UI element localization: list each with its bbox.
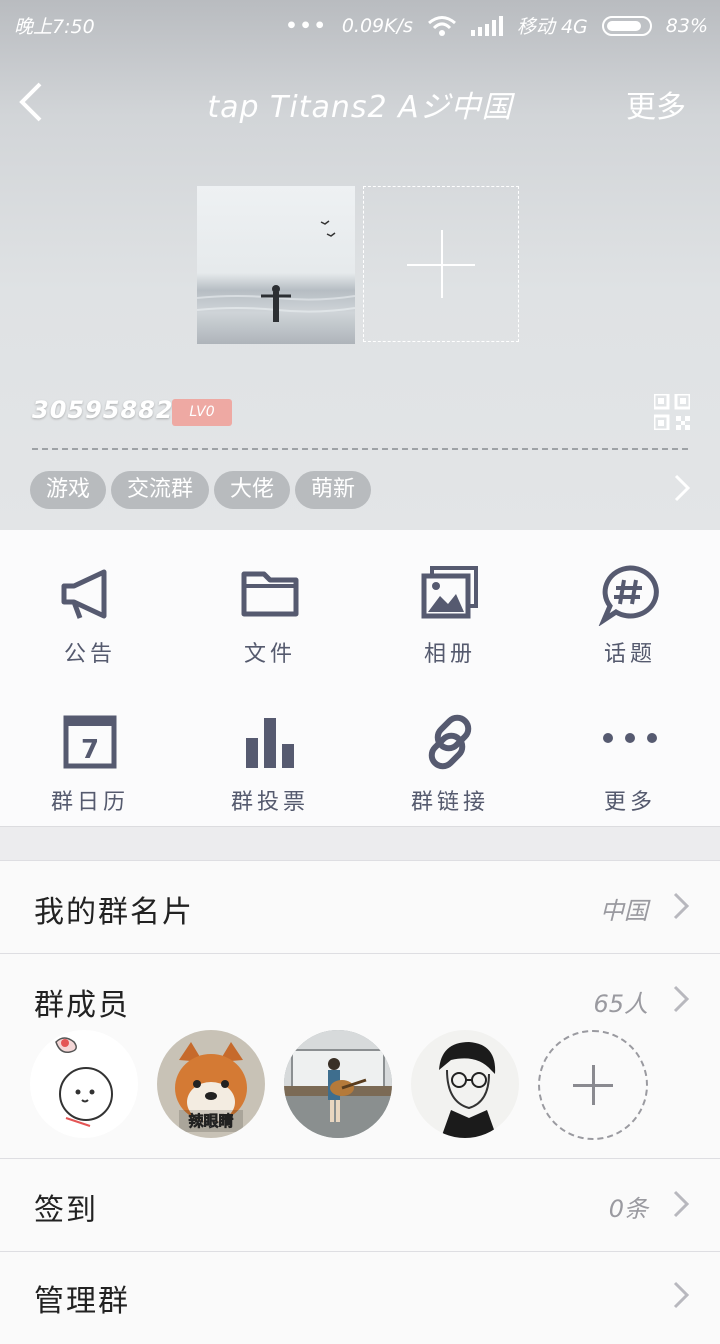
photo-scene <box>197 220 355 322</box>
folder-icon <box>241 571 299 617</box>
feature-label: 群日历 <box>50 790 129 815</box>
check-in-row[interactable]: 签到 0条 <box>0 1158 720 1251</box>
status-dots: ••• <box>285 14 328 37</box>
chevron-right-icon[interactable] <box>672 473 692 503</box>
guitar-avatar <box>284 1030 392 1138</box>
feature-label: 文件 <box>243 642 296 667</box>
feature-topics[interactable]: 话题 <box>540 562 720 668</box>
row-value: 0条 <box>608 1195 648 1223</box>
status-time: 晚上7:50 <box>14 16 95 38</box>
feature-announcement[interactable]: 公告 <box>0 562 180 668</box>
calendar-icon: 7 <box>63 715 117 769</box>
wifi-icon <box>427 15 456 36</box>
chevron-right-icon <box>673 892 690 920</box>
tag: 交流群 <box>111 471 210 509</box>
status-bar: 晚上7:50 ••• 0.09K/s 移动 4G 83% <box>0 0 720 50</box>
add-photo-button[interactable] <box>363 186 519 342</box>
topic-icon <box>598 565 659 627</box>
signal-icon <box>470 15 503 36</box>
chevron-right-icon <box>673 985 690 1013</box>
row-label: 签到 <box>34 1193 98 1228</box>
feature-vote[interactable]: 群投票 <box>180 710 360 816</box>
group-id: 305958828 <box>32 396 192 424</box>
add-member-button[interactable] <box>538 1030 648 1140</box>
more-button[interactable]: 更多 <box>626 82 686 126</box>
group-tags[interactable]: 游戏 交流群 大佬 萌新 <box>30 471 372 509</box>
group-photo[interactable] <box>197 186 355 344</box>
chevron-right-icon <box>673 1190 690 1218</box>
group-members-row[interactable]: 群成员 65人 辣眼睛 <box>0 953 720 1158</box>
bar-chart-icon <box>246 718 294 768</box>
page-title: tap Titans2 Aジ中国 <box>207 90 513 125</box>
more-dots-icon <box>603 733 657 743</box>
group-header: 晚上7:50 ••• 0.09K/s 移动 4G 83% tap Titans2… <box>0 0 720 530</box>
divider <box>32 448 688 450</box>
tag: 萌新 <box>295 471 372 509</box>
feature-calendar[interactable]: 7 群日历 <box>0 710 180 816</box>
member-avatars: 辣眼睛 <box>30 1030 648 1140</box>
carrier-label: 移动 4G <box>516 16 588 38</box>
battery-percent: 83% <box>665 14 708 37</box>
feature-album[interactable]: 相册 <box>360 562 540 668</box>
megaphone-icon <box>61 569 107 619</box>
battery-icon <box>601 15 652 36</box>
feature-link[interactable]: 群链接 <box>360 710 540 816</box>
manage-group-row[interactable]: 管理群 <box>0 1251 720 1344</box>
group-settings-list: 我的群名片 中国 群成员 65人 辣眼睛 签到 0条 管理群 <box>0 860 720 1344</box>
tag: 大佬 <box>214 471 291 509</box>
row-label: 群成员 <box>34 988 130 1023</box>
feature-files[interactable]: 文件 <box>180 562 360 668</box>
avatar[interactable] <box>284 1030 392 1138</box>
feature-label: 公告 <box>63 642 116 667</box>
avatar[interactable] <box>30 1030 138 1138</box>
feature-more[interactable]: 更多 <box>540 710 720 816</box>
feature-label: 群投票 <box>230 790 309 815</box>
tag: 游戏 <box>30 471 107 509</box>
row-label: 管理群 <box>34 1284 130 1319</box>
feature-grid: 公告 文件 相册 话题 7 群日历 群投票 群链接 更多 <box>0 530 720 827</box>
my-group-card-row[interactable]: 我的群名片 中国 <box>0 860 720 953</box>
feature-label: 相册 <box>423 642 476 667</box>
calendar-day: 7 <box>81 735 99 765</box>
qr-code-icon[interactable] <box>654 394 690 430</box>
nav-bar: tap Titans2 Aジ中国 更多 <box>0 70 720 130</box>
avatar[interactable] <box>411 1030 519 1138</box>
network-speed: 0.09K/s <box>341 14 413 37</box>
level-badge: LV0 <box>172 399 232 426</box>
member-count: 65人 <box>593 990 648 1018</box>
row-label: 我的群名片 <box>34 895 194 930</box>
feature-label: 群链接 <box>410 790 489 815</box>
row-value: 中国 <box>600 897 648 925</box>
feature-label: 话题 <box>603 642 656 667</box>
avatar[interactable]: 辣眼睛 <box>157 1030 265 1138</box>
avatar-caption: 辣眼睛 <box>188 1112 233 1130</box>
chevron-right-icon <box>673 1281 690 1309</box>
sketch-avatar <box>439 1042 497 1138</box>
link-icon <box>428 714 472 770</box>
feature-label: 更多 <box>603 790 656 815</box>
cartoon-avatar <box>55 1037 113 1127</box>
shiba-avatar: 辣眼睛 <box>175 1042 247 1132</box>
photo-album-icon <box>421 566 478 619</box>
